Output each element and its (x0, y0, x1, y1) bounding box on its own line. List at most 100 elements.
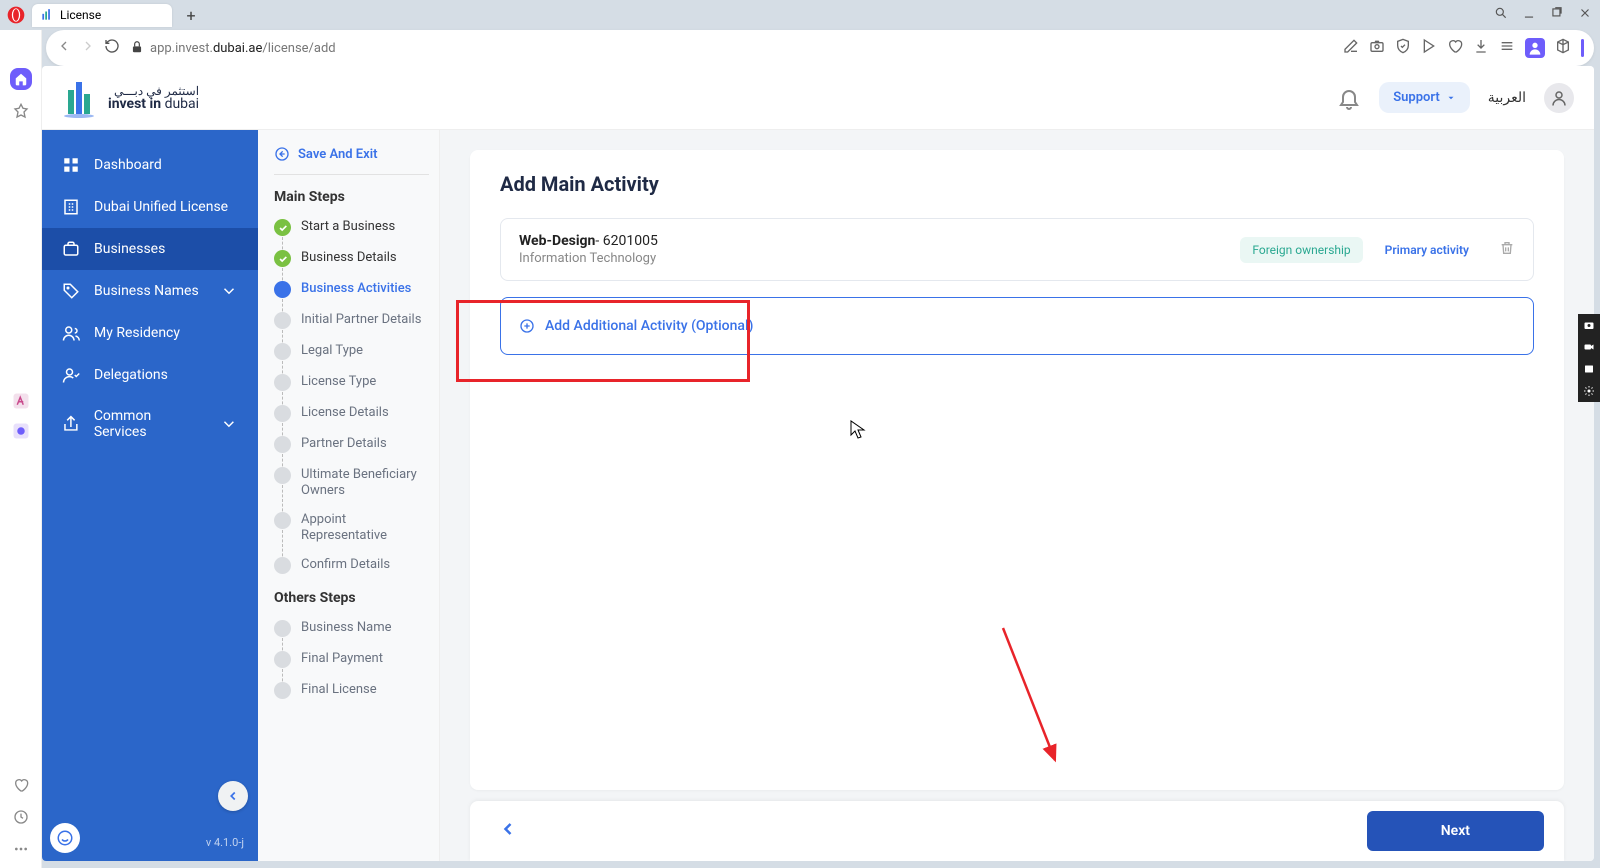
lock-icon[interactable] (130, 39, 144, 58)
avatar-button[interactable] (1544, 83, 1574, 113)
step-item[interactable]: License Type (274, 374, 429, 405)
tool-gear-icon[interactable] (1578, 380, 1600, 402)
profile-badge-icon[interactable] (1525, 38, 1545, 58)
activity-category: Information Technology (519, 251, 1240, 266)
app-logo[interactable]: استثمر في دبـــي invest in dubai (62, 78, 199, 118)
sidebar-collapse-button[interactable] (218, 781, 248, 811)
sidebar-label: Dubai Unified License (94, 199, 228, 215)
heart-icon[interactable] (1447, 38, 1463, 58)
rail-home-icon[interactable] (10, 68, 32, 90)
step-item[interactable]: Business Activities (274, 281, 429, 312)
step-label: Final Payment (301, 651, 383, 667)
rail-heart-icon[interactable] (10, 774, 32, 796)
next-button[interactable]: Next (1367, 811, 1544, 851)
footer-nav: Next (470, 801, 1564, 861)
sidebar-label: Businesses (94, 241, 165, 257)
address-bar[interactable]: app.invest.dubai.ae/license/add (46, 30, 1594, 66)
step-item[interactable]: Final License (274, 682, 429, 705)
step-item[interactable]: License Details (274, 405, 429, 436)
step-item[interactable]: Business Details (274, 250, 429, 281)
screenshot-tools (1578, 314, 1600, 402)
add-activity-button[interactable]: Add Additional Activity (Optional) (500, 297, 1534, 355)
step-item[interactable]: Legal Type (274, 343, 429, 374)
browser-tab-strip: License + (0, 0, 1600, 30)
step-item[interactable]: Confirm Details (274, 557, 429, 580)
search-icon[interactable] (1494, 6, 1508, 24)
save-exit-button[interactable]: Save And Exit (274, 146, 429, 175)
camera-icon[interactable] (1369, 38, 1385, 58)
support-button[interactable]: Support (1379, 82, 1470, 113)
rail-history-icon[interactable] (10, 806, 32, 828)
sidebar-item-delegations[interactable]: Delegations (42, 354, 258, 396)
step-dot-icon (274, 281, 291, 298)
arrow-left-circle-icon (274, 146, 290, 162)
new-tab-button[interactable]: + (180, 4, 202, 26)
delete-activity-icon[interactable] (1499, 240, 1515, 260)
menu-lines-icon[interactable] (1499, 38, 1515, 58)
step-label: Ultimate Beneficiary Owners (301, 467, 429, 498)
language-toggle[interactable]: العربية (1488, 90, 1526, 106)
grid-icon (62, 156, 80, 174)
nav-forward-icon[interactable] (80, 38, 96, 58)
rail-app2-icon[interactable] (10, 420, 32, 442)
sidebar-toggle-icon[interactable] (1581, 39, 1584, 57)
step-dot-icon (274, 512, 291, 529)
briefcase-icon (62, 240, 80, 258)
content-card: Add Main Activity Web-Design- 6201005 In… (470, 150, 1564, 790)
step-item[interactable]: Initial Partner Details (274, 312, 429, 343)
step-item[interactable]: Final Payment (274, 651, 429, 682)
page-title: Add Main Activity (500, 172, 1534, 196)
step-dot-icon (274, 219, 291, 236)
step-item[interactable]: Partner Details (274, 436, 429, 467)
download-icon[interactable] (1473, 38, 1489, 58)
step-dot-icon (274, 557, 291, 574)
edit-icon[interactable] (1343, 38, 1359, 58)
rail-star-icon[interactable] (10, 100, 32, 122)
cube-icon[interactable] (1555, 38, 1571, 58)
main-steps-heading: Main Steps (274, 189, 429, 205)
step-label: Start a Business (301, 219, 395, 235)
rail-more-icon[interactable] (10, 838, 32, 860)
tab-title: License (60, 8, 101, 22)
building-icon (62, 198, 80, 216)
step-dot-icon (274, 250, 291, 267)
app-sidebar: Dashboard Dubai Unified License Business… (42, 130, 258, 861)
sidebar-label: Dashboard (94, 157, 162, 173)
nav-reload-icon[interactable] (104, 38, 120, 58)
step-dot-icon (274, 651, 291, 668)
nav-back-icon[interactable] (56, 38, 72, 58)
browser-tab[interactable]: License (32, 4, 172, 27)
tool-video-icon[interactable] (1578, 336, 1600, 358)
notifications-icon[interactable] (1337, 86, 1361, 110)
sidebar-item-common[interactable]: Common Services (42, 396, 258, 452)
close-icon[interactable] (1578, 6, 1592, 24)
sidebar-item-residency[interactable]: My Residency (42, 312, 258, 354)
chat-bubble-icon[interactable] (50, 823, 80, 853)
share-icon (62, 415, 80, 433)
step-label: Partner Details (301, 436, 387, 452)
sidebar-item-license[interactable]: Dubai Unified License (42, 186, 258, 228)
step-item[interactable]: Start a Business (274, 219, 429, 250)
step-dot-icon (274, 620, 291, 637)
maximize-icon[interactable] (1550, 6, 1564, 24)
sidebar-item-dashboard[interactable]: Dashboard (42, 144, 258, 186)
sidebar-item-businesses[interactable]: Businesses (42, 228, 258, 270)
step-item[interactable]: Ultimate Beneficiary Owners (274, 467, 429, 512)
plus-circle-icon (519, 318, 535, 334)
step-item[interactable]: Business Name (274, 620, 429, 651)
play-icon[interactable] (1421, 38, 1437, 58)
url-text: app.invest.dubai.ae/license/add (150, 41, 336, 56)
sidebar-item-names[interactable]: Business Names (42, 270, 258, 312)
shield-check-icon[interactable] (1395, 38, 1411, 58)
step-item[interactable]: Appoint Representative (274, 512, 429, 557)
minimize-icon[interactable] (1522, 6, 1536, 24)
user-check-icon (62, 366, 80, 384)
back-button[interactable] (490, 811, 526, 851)
tool-camera-icon[interactable] (1578, 314, 1600, 336)
step-label: License Details (301, 405, 389, 421)
rail-app1-icon[interactable] (10, 390, 32, 412)
tool-window-icon[interactable] (1578, 358, 1600, 380)
opera-icon (6, 5, 26, 25)
next-label: Next (1441, 823, 1470, 839)
step-label: Initial Partner Details (301, 312, 421, 328)
